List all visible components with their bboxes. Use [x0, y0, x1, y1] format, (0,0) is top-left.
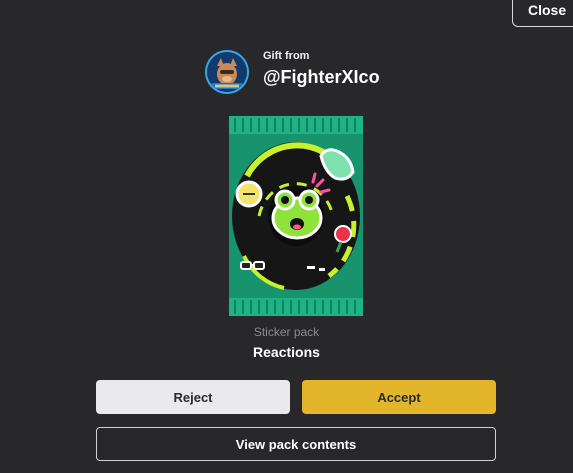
gift-from-label: Gift from	[263, 50, 310, 62]
gift-sender: Gift from @FighterXIco	[205, 49, 380, 95]
reject-button-label: Reject	[173, 389, 213, 405]
accept-button-label: Accept	[377, 389, 421, 405]
view-pack-contents-label: View pack contents	[235, 436, 357, 452]
pack-name: Reactions	[253, 344, 320, 360]
sender-text: Gift from @FighterXIco	[263, 50, 380, 88]
accept-button[interactable]: Accept	[302, 380, 496, 414]
avatar-image	[207, 52, 247, 92]
avatar[interactable]	[205, 50, 249, 94]
reject-button[interactable]: Reject	[96, 380, 290, 414]
close-button[interactable]: Close	[512, 0, 573, 27]
close-button-label: Close	[528, 2, 567, 18]
pack-type-label: Sticker pack	[253, 325, 320, 339]
sender-username[interactable]: @FighterXIco	[263, 66, 380, 88]
gift-dialog: Close Gift from @FighterXIco Sticker pac…	[0, 0, 573, 473]
view-pack-contents-button[interactable]: View pack contents	[96, 427, 496, 461]
sticker-pack-image	[229, 116, 363, 316]
